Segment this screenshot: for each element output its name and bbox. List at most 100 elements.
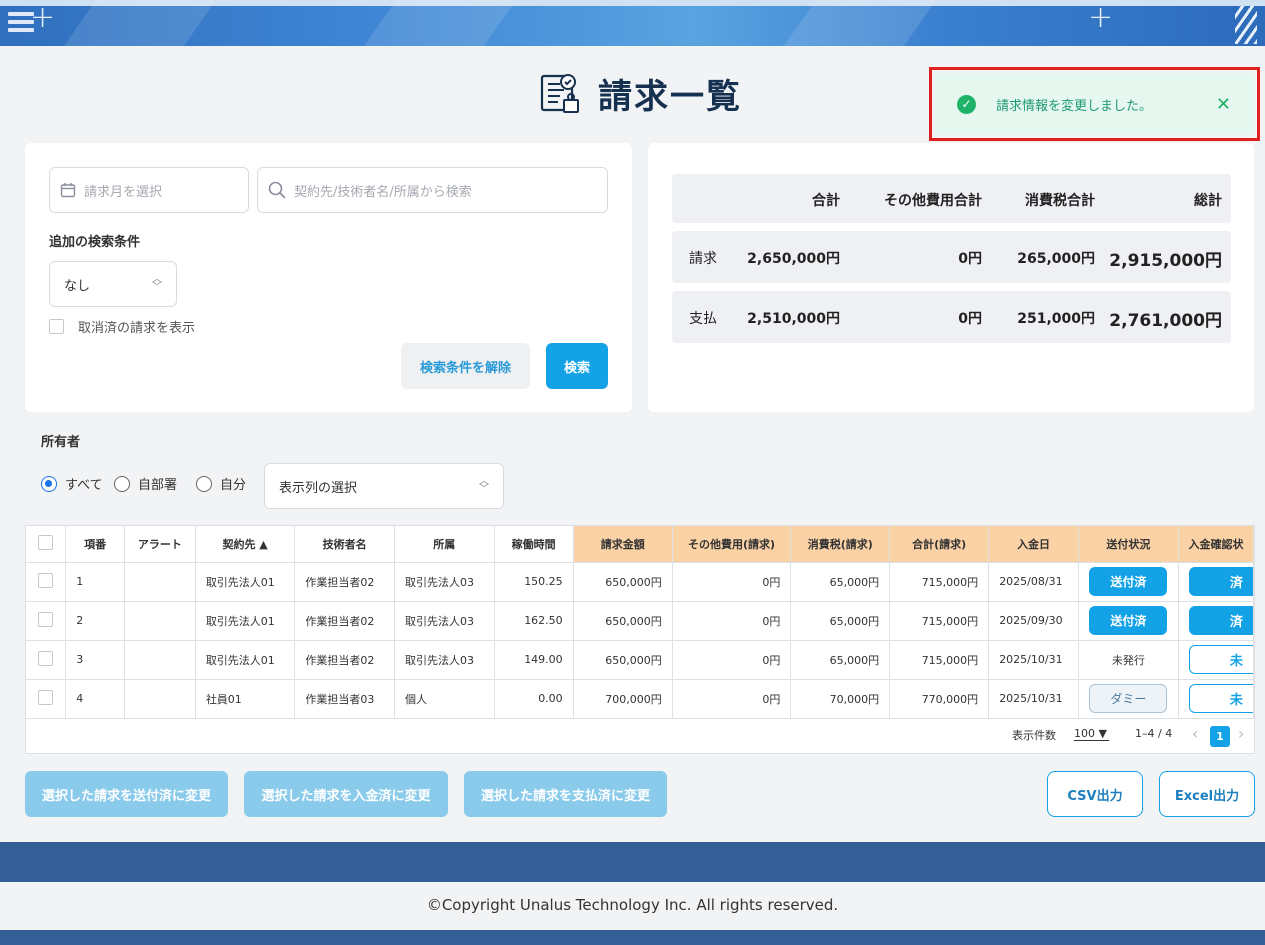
row-checkbox-cell[interactable] xyxy=(26,601,67,641)
search-button[interactable]: 検索 xyxy=(546,343,608,389)
cell-client: 取引先法人01 xyxy=(195,601,296,641)
extra-conditions-select[interactable]: なし ︿ ﹀ xyxy=(49,261,177,307)
radio-selected-icon[interactable] xyxy=(41,475,57,492)
row-checkbox-cell[interactable] xyxy=(26,679,67,719)
banner-decoration xyxy=(783,0,937,46)
show-cancelled-checkbox[interactable] xyxy=(49,319,64,334)
send-status-button[interactable]: 送付済 xyxy=(1089,567,1168,596)
col-header-affiliation[interactable]: 所属 xyxy=(394,526,495,563)
per-page-value: 100 xyxy=(1074,727,1095,740)
col-header-send-status[interactable]: 送付状況 xyxy=(1078,526,1179,563)
cell-tax: 70,000円 xyxy=(790,679,891,719)
summary-row-label: 支払 xyxy=(689,311,717,327)
month-placeholder: 請求月を選択 xyxy=(84,184,163,200)
column-select[interactable]: 表示列の選択 ︿ ﹀ xyxy=(264,463,504,509)
cell-total: 715,000円 xyxy=(889,640,990,680)
payment-status-button[interactable]: 未 xyxy=(1188,645,1253,674)
summary-total: 2,510,000円 xyxy=(747,311,840,327)
cell-affiliation: 個人 xyxy=(394,679,495,719)
cell-no: 1 xyxy=(65,562,125,602)
keyword-search-input[interactable]: 契約先/技術者名/所属から検索 xyxy=(257,167,608,213)
col-header-other[interactable]: その他費用(請求) xyxy=(672,526,792,563)
owner-radio-department[interactable]: 自部署 xyxy=(114,474,177,493)
payment-status-button[interactable]: 未 xyxy=(1188,684,1253,713)
send-status-button[interactable]: ダミー xyxy=(1089,684,1168,713)
owner-radio-all[interactable]: すべて xyxy=(41,474,103,493)
payment-status-button[interactable]: 済 xyxy=(1188,567,1253,596)
show-cancelled-option[interactable]: 取消済の請求を表示 xyxy=(49,317,195,336)
cell-total: 715,000円 xyxy=(889,601,990,641)
mark-received-button[interactable]: 選択した請求を入金済に変更 xyxy=(244,771,448,817)
extra-conditions-label: 追加の検索条件 xyxy=(49,235,141,250)
col-header-total[interactable]: 合計(請求) xyxy=(889,526,990,563)
prev-page-icon[interactable]: ‹ xyxy=(1192,724,1198,743)
csv-export-button[interactable]: CSV出力 xyxy=(1047,771,1143,817)
cell-engineer: 作業担当者02 xyxy=(294,601,395,641)
cell-affiliation: 取引先法人03 xyxy=(394,601,495,641)
cell-client: 取引先法人01 xyxy=(195,562,296,602)
mark-sent-button[interactable]: 選択した請求を送付済に変更 xyxy=(25,771,228,817)
row-checkbox[interactable] xyxy=(38,650,54,666)
row-checkbox[interactable] xyxy=(38,689,54,705)
page-title: 請求一覧 xyxy=(540,68,742,118)
row-checkbox[interactable] xyxy=(38,572,54,588)
col-header-paid-date[interactable]: 入金日 xyxy=(988,526,1079,563)
keyword-placeholder: 契約先/技術者名/所属から検索 xyxy=(294,184,472,200)
summary-other: 0円 xyxy=(958,311,982,327)
cell-payment: 済 xyxy=(1178,601,1254,641)
month-picker[interactable]: 請求月を選択 xyxy=(49,167,249,213)
cell-affiliation: 取引先法人03 xyxy=(394,640,495,680)
payment-status-button[interactable]: 済 xyxy=(1188,606,1253,635)
cell-client: 社員01 xyxy=(195,679,296,719)
cell-client: 取引先法人01 xyxy=(195,640,296,680)
menu-icon[interactable] xyxy=(8,8,34,40)
cell-other: 0円 xyxy=(672,640,792,680)
cell-amount: 700,000円 xyxy=(573,679,673,719)
cell-paid-date: 2025/10/31 xyxy=(988,679,1079,719)
summary-header-grand: 総計 xyxy=(1194,193,1222,209)
clear-search-button[interactable]: 検索条件を解除 xyxy=(401,343,530,389)
cell-alert xyxy=(124,562,196,602)
summary-other: 0円 xyxy=(958,251,982,267)
cell-other: 0円 xyxy=(672,679,792,719)
radio-icon[interactable] xyxy=(114,475,130,492)
col-header-client[interactable]: 契約先 ▲ xyxy=(195,526,296,563)
excel-export-button[interactable]: Excel出力 xyxy=(1159,771,1255,817)
per-page-select[interactable]: 100 ▼ xyxy=(1074,727,1109,741)
cell-no: 4 xyxy=(65,679,125,719)
close-icon[interactable]: ✕ xyxy=(1216,94,1231,115)
cell-send-status: 未発行 xyxy=(1078,640,1179,680)
row-checkbox-cell[interactable] xyxy=(26,640,67,680)
cell-payment: 済 xyxy=(1178,562,1254,602)
col-header-hours[interactable]: 稼働時間 xyxy=(494,526,574,563)
summary-tax: 251,000円 xyxy=(1017,311,1095,327)
cell-hours: 0.00 xyxy=(494,679,574,719)
summary-header-total: 合計 xyxy=(812,193,840,209)
row-checkbox-cell[interactable] xyxy=(26,562,67,602)
invoice-document-icon xyxy=(540,74,579,113)
col-header-tax[interactable]: 消費税(請求) xyxy=(790,526,891,563)
page-button-current[interactable]: 1 xyxy=(1210,726,1230,747)
cell-alert xyxy=(124,679,196,719)
col-header-amount[interactable]: 請求金額 xyxy=(573,526,673,563)
cell-paid-date: 2025/09/30 xyxy=(988,601,1079,641)
row-checkbox[interactable] xyxy=(38,611,54,627)
search-icon xyxy=(268,181,286,199)
select-all-cell[interactable] xyxy=(26,526,67,563)
select-all-checkbox[interactable] xyxy=(38,534,54,550)
summary-grand: 2,915,000円 xyxy=(1109,251,1222,271)
col-header-payment[interactable]: 入金確認状 xyxy=(1178,526,1254,563)
table-row: 2 取引先法人01 作業担当者02 取引先法人03 162.50 650,000… xyxy=(26,601,1254,641)
mark-paid-button[interactable]: 選択した請求を支払済に変更 xyxy=(464,771,667,817)
cell-engineer: 作業担当者02 xyxy=(294,640,395,680)
owner-radio-self[interactable]: 自分 xyxy=(196,474,246,493)
next-page-icon[interactable]: › xyxy=(1238,724,1244,743)
extra-conditions-value: なし xyxy=(64,278,91,294)
col-header-engineer[interactable]: 技術者名 xyxy=(294,526,395,563)
column-select-label: 表示列の選択 xyxy=(279,480,358,496)
send-status-button[interactable]: 送付済 xyxy=(1089,606,1168,635)
page-title-text: 請求一覧 xyxy=(598,76,742,117)
col-header-alert: アラート xyxy=(124,526,196,563)
footer-bottom-band xyxy=(0,930,1265,945)
radio-icon[interactable] xyxy=(196,475,212,492)
